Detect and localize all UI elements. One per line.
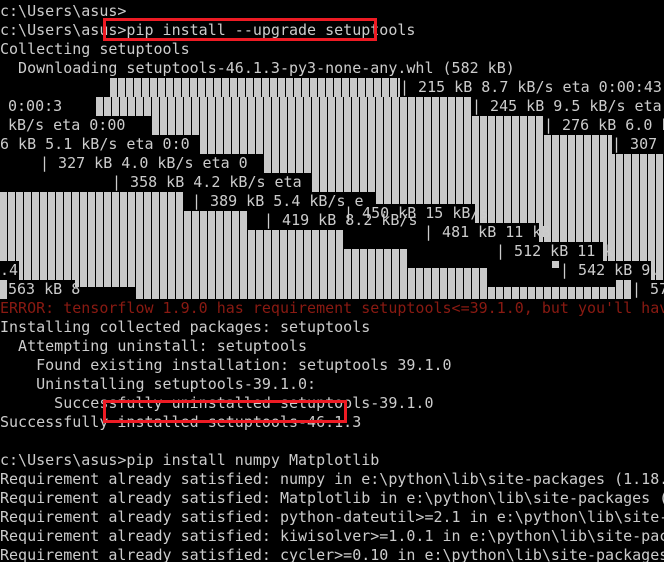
progress-bar-segment xyxy=(0,249,408,268)
output-line: | 450 kB 15 kB/s xyxy=(344,204,489,222)
output-line: Successfully uninstalled setuptools-39.1… xyxy=(0,394,434,412)
output-line: | 481 kB 11 kB xyxy=(424,223,551,241)
progress-bar-segment xyxy=(0,211,248,230)
output-line: | 57 xyxy=(632,280,664,298)
output-line: | 358 kB 4.2 kB/s eta xyxy=(112,173,302,191)
output-line: | 327 kB 4.0 kB/s eta 0 xyxy=(40,154,248,172)
progress-bar-segment xyxy=(200,135,664,154)
output-line: Installing collected packages: setuptool… xyxy=(0,318,371,336)
output-line: 0:00:3 xyxy=(8,97,63,115)
output-line: Uninstalling setuptools-39.1.0: xyxy=(0,375,317,393)
progress-bar-segment xyxy=(312,173,664,192)
output-line: Requirement already satisfied: python-da… xyxy=(0,508,664,526)
progress-bar-segment xyxy=(0,230,344,249)
output-line: 6 kB 5.1 kB/s eta 0:0 xyxy=(0,135,190,153)
output-line: Requirement already satisfied: Matplotli… xyxy=(0,489,664,507)
progress-bar-segment xyxy=(264,154,664,173)
output-line: Requirement already satisfied: cycler>=0… xyxy=(0,546,664,562)
output-line: Successfully installed setuptools-46.1.3 xyxy=(0,413,362,431)
output-line: | 542 kB 9. xyxy=(560,261,660,279)
output-line: | 389 kB 5.4 kB/s e xyxy=(192,192,364,210)
progress-bar-segment xyxy=(0,192,184,211)
output-line: Requirement already satisfied: numpy in … xyxy=(0,470,664,488)
output-line: Collecting setuptools xyxy=(0,40,190,58)
output-line: c:\Users\asus> xyxy=(0,2,127,20)
output-line: Attempting uninstall: setuptools xyxy=(0,337,308,355)
error-line: ERROR: tensorflow 1.9.0 has requirement … xyxy=(0,299,664,317)
terminal-window[interactable]: c:\Users\asus> c:\Users\asus>pip install … xyxy=(0,0,664,562)
output-line: kB/s eta 0:00 xyxy=(8,116,126,134)
output-line: Downloading setuptools-46.1.3-py3-none-a… xyxy=(0,59,515,77)
output-line: | 307 k xyxy=(612,135,658,153)
output-line: .4 xyxy=(0,261,19,279)
output-line: Found existing installation: setuptools … xyxy=(0,356,452,374)
output-line: | 276 kB 6.0 kB/ xyxy=(544,116,664,134)
output-line: c:\Users\asus>pip install numpy Matplotl… xyxy=(0,451,380,469)
output-line: | 215 kB 8.7 kB/s eta 0:00:43 xyxy=(400,78,662,96)
output-line: | 245 kB 9.5 kB/s eta 0: xyxy=(472,97,662,115)
output-line: | 512 kB 11 k xyxy=(496,242,614,260)
output-line: c:\Users\asus>pip install --upgrade setu… xyxy=(0,21,416,39)
output-line: Requirement already satisfied: kiwisolve… xyxy=(0,527,664,545)
output-line: 563 kB 8 xyxy=(8,280,81,298)
